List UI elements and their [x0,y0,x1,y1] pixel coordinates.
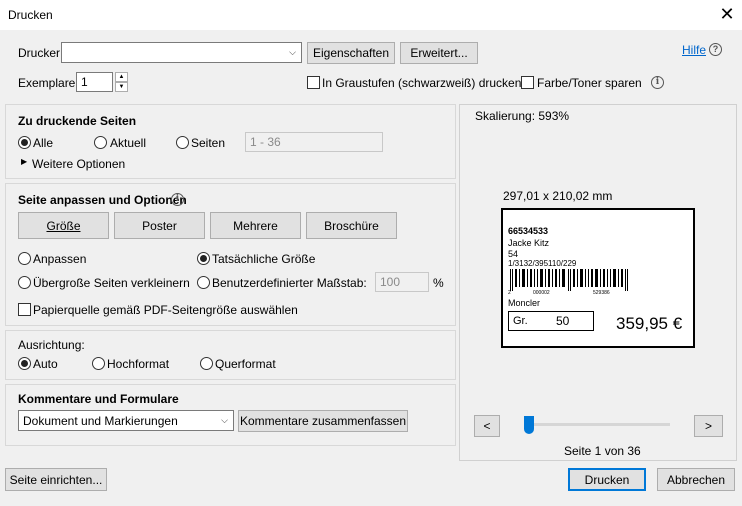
comments-heading: Kommentare und Formulare [18,392,179,406]
next-page-button[interactable]: > [694,415,723,437]
grayscale-label: In Graustufen (schwarzweiß) drucken [322,76,522,90]
page-size-label: 297,01 x 210,02 mm [503,189,613,203]
save-ink-checkbox[interactable] [521,76,534,89]
window-title: Drucken [8,8,53,22]
label-product-name: Jacke Kitz [508,238,550,248]
info-icon[interactable]: i [651,76,664,89]
printer-label: Drucker: [18,46,64,60]
copies-input[interactable]: 1 [76,72,113,92]
close-icon[interactable]: ✕ [717,4,737,24]
radio-current-label: Aktuell [110,136,147,150]
chevron-down-icon: ⌵ [221,415,228,425]
comments-select-value: Dokument und Markierungen [23,413,178,428]
radio-shrink-label: Übergroße Seiten verkleinern [33,276,190,290]
radio-fit[interactable] [18,252,31,265]
pages-range-input[interactable]: 1 - 36 [245,132,383,152]
properties-button[interactable]: Eigenschaften [307,42,395,64]
radio-all-label: Alle [33,136,54,150]
page-setup-button[interactable]: Seite einrichten... [5,468,107,491]
chevron-down-icon: ⌵ [289,47,296,57]
printer-select[interactable]: ⌵ [61,42,302,63]
page-slider-thumb[interactable] [524,416,534,434]
radio-pages[interactable] [176,136,189,149]
scale-value: 100 [380,275,401,289]
radio-portrait[interactable] [92,357,105,370]
more-options-link[interactable]: Weitere Optionen [32,157,125,171]
barcode-icon [510,269,628,291]
pages-range-value: 1 - 36 [250,135,281,149]
copies-down-icon[interactable]: ▼ [115,82,128,92]
label-price: 359,95 € [616,314,683,333]
radio-landscape-label: Querformat [215,357,276,371]
copies-value: 1 [81,75,88,89]
size-value: 50 [556,314,570,328]
paper-source-checkbox[interactable] [18,303,31,316]
pages-heading: Zu druckende Seiten [18,114,137,128]
barcode-digit-left: 2 [508,290,511,296]
booklet-button[interactable]: Broschüre [306,212,397,239]
radio-all[interactable] [18,136,31,149]
label-brand: Moncler [508,298,541,308]
help-icon[interactable]: ? [709,43,722,56]
preview-page: 66534533 Jacke Kitz 54 1/3132/395110/229… [501,208,695,348]
radio-actual-size-label: Tatsächliche Größe [212,252,316,266]
page-slider-track[interactable] [529,423,670,426]
scale-input[interactable]: 100 [375,272,429,292]
copies-label: Exemplare: [18,76,79,90]
page-indicator: Seite 1 von 36 [564,444,641,458]
multiple-button[interactable]: Mehrere [210,212,301,239]
print-button[interactable]: Drucken [568,468,646,491]
sizing-heading: Seite anpassen und Optionen [18,193,187,207]
size-box: Gr. 50 [508,311,594,331]
poster-button[interactable]: Poster [114,212,205,239]
comments-select[interactable]: Dokument und Markierungen ⌵ [18,410,234,431]
radio-current[interactable] [94,136,107,149]
cancel-button[interactable]: Abbrechen [657,468,735,491]
radio-landscape[interactable] [200,357,213,370]
copies-up-icon[interactable]: ▲ [115,72,128,82]
radio-custom-scale-label: Benutzerdefinierter Maßstab: [212,276,367,290]
radio-actual-size[interactable] [197,252,210,265]
info-icon[interactable]: i [171,193,184,206]
title-bar [0,0,742,30]
radio-pages-label: Seiten [191,136,226,150]
paper-source-label: Papierquelle gemäß PDF-Seitengröße auswä… [33,303,298,317]
radio-auto-label: Auto [33,357,58,371]
barcode-digits-right: 529386 [593,290,610,296]
save-ink-label: Farbe/Toner sparen [537,76,642,90]
barcode-digits-mid: 000002 [533,290,550,296]
size-prefix: Gr. [513,315,528,327]
size-button[interactable]: Größe [18,212,109,239]
label-article-number: 66534533 [508,226,549,236]
label-line-3: 54 [508,249,519,259]
scaling-label: Skalierung: 593% [475,109,570,123]
grayscale-checkbox[interactable] [307,76,320,89]
orientation-heading: Ausrichtung: [18,338,85,352]
percent-label: % [433,276,444,290]
advanced-button[interactable]: Erweitert... [400,42,478,64]
summarize-comments-button[interactable]: Kommentare zusammenfassen [238,410,408,432]
radio-shrink[interactable] [18,276,31,289]
radio-custom-scale[interactable] [197,276,210,289]
radio-auto[interactable] [18,357,31,370]
triangle-right-icon[interactable]: ▶ [21,157,27,166]
radio-fit-label: Anpassen [33,252,87,266]
radio-portrait-label: Hochformat [107,357,170,371]
prev-page-button[interactable]: < [474,415,500,437]
label-line-4: 1/3132/395110/229 [508,259,577,268]
help-link[interactable]: Hilfe [682,43,706,57]
